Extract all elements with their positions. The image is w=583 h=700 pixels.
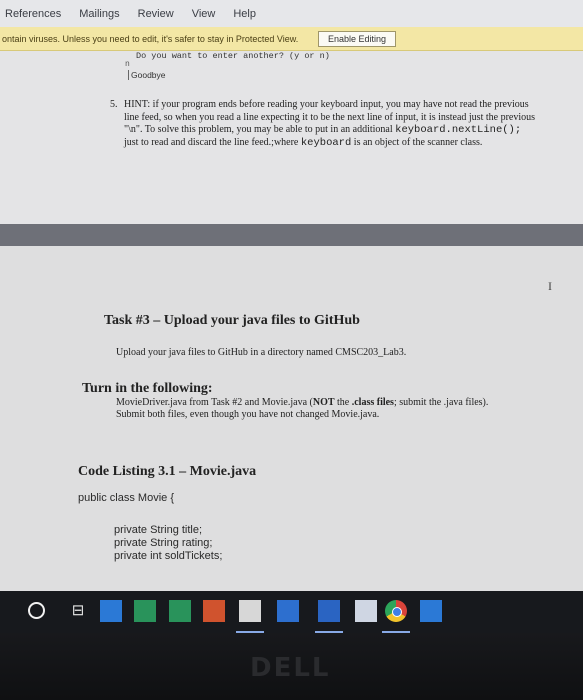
- mouse-ibeam-cursor: I: [548, 279, 552, 293]
- protected-view-bar: ontain viruses. Unless you need to edit,…: [0, 27, 583, 51]
- hint-part3: is an object of the scanner class.: [351, 136, 483, 148]
- turnin-part2: the: [334, 397, 352, 408]
- enable-editing-button[interactable]: Enable Editing: [318, 31, 396, 47]
- hint-text: HINT: if your program ends before readin…: [124, 99, 535, 149]
- tab-review[interactable]: Review: [138, 8, 174, 20]
- taskbar-app-icon[interactable]: [277, 600, 299, 622]
- task3-heading: Task #3 – Upload your java files to GitH…: [104, 313, 360, 328]
- document-area[interactable]: Do you want to enter another? (y or n) n…: [0, 51, 583, 591]
- turnin-part1: MovieDriver.java from Task #2 and Movie.…: [116, 397, 313, 408]
- code-line-rating: private String rating;: [114, 537, 213, 549]
- monitor-bezel: DELL: [0, 633, 583, 700]
- console-goodbye: Goodbye: [128, 70, 166, 80]
- taskbar-app-icon[interactable]: [134, 600, 156, 622]
- hint-number: 5.: [110, 99, 118, 110]
- turnin-text: MovieDriver.java from Task #2 and Movie.…: [116, 397, 506, 421]
- taskbar-app-icon[interactable]: [239, 600, 261, 622]
- code-block-fields: private String title; private String rat…: [114, 524, 222, 563]
- taskbar-app-icon[interactable]: [100, 600, 122, 622]
- chrome-icon[interactable]: [385, 600, 407, 622]
- tab-view[interactable]: View: [192, 8, 216, 20]
- code-listing-heading: Code Listing 3.1 – Movie.java: [78, 464, 257, 479]
- hint-code-nextline: keyboard.nextLine();: [395, 124, 522, 136]
- turnin-heading: Turn in the following:: [82, 381, 213, 396]
- taskbar-app-icon[interactable]: [420, 600, 442, 622]
- document-page-1: Do you want to enter another? (y or n) n…: [0, 51, 583, 224]
- page-separator: [0, 224, 583, 246]
- turnin-bold-not: NOT: [312, 397, 335, 408]
- taskbar-app-icon[interactable]: [203, 600, 225, 622]
- taskbar: ⊟: [0, 591, 583, 633]
- store-icon[interactable]: [169, 600, 191, 622]
- upload-instructions: Upload your java files to GitHub in a di…: [116, 347, 407, 358]
- word-icon[interactable]: [318, 600, 340, 622]
- code-line-soldtickets: private int soldTickets;: [114, 550, 223, 562]
- tab-mailings[interactable]: Mailings: [79, 8, 119, 20]
- protected-view-message: ontain viruses. Unless you need to edit,…: [2, 33, 299, 44]
- task-view-icon[interactable]: ⊟: [67, 600, 89, 622]
- ribbon-tabs: References Mailings Review View Help: [0, 0, 583, 27]
- tab-help[interactable]: Help: [233, 8, 256, 20]
- taskbar-app-icon[interactable]: [355, 600, 377, 622]
- console-prompt: Do you want to enter another? (y or n): [136, 51, 330, 61]
- hint-item: 5. HINT: if your program ends before rea…: [110, 99, 535, 149]
- search-icon[interactable]: [28, 602, 45, 619]
- turnin-bold-class: .class files: [351, 397, 394, 408]
- console-input: n: [125, 60, 130, 69]
- code-line-class-decl: public class Movie {: [78, 492, 174, 504]
- brand-logo: DELL: [250, 653, 331, 683]
- hint-code-keyboard: keyboard: [300, 136, 352, 149]
- hint-part2: just to read and discard the line feed.;…: [124, 136, 301, 148]
- code-line-title: private String title;: [114, 524, 203, 536]
- tab-references[interactable]: References: [5, 8, 61, 20]
